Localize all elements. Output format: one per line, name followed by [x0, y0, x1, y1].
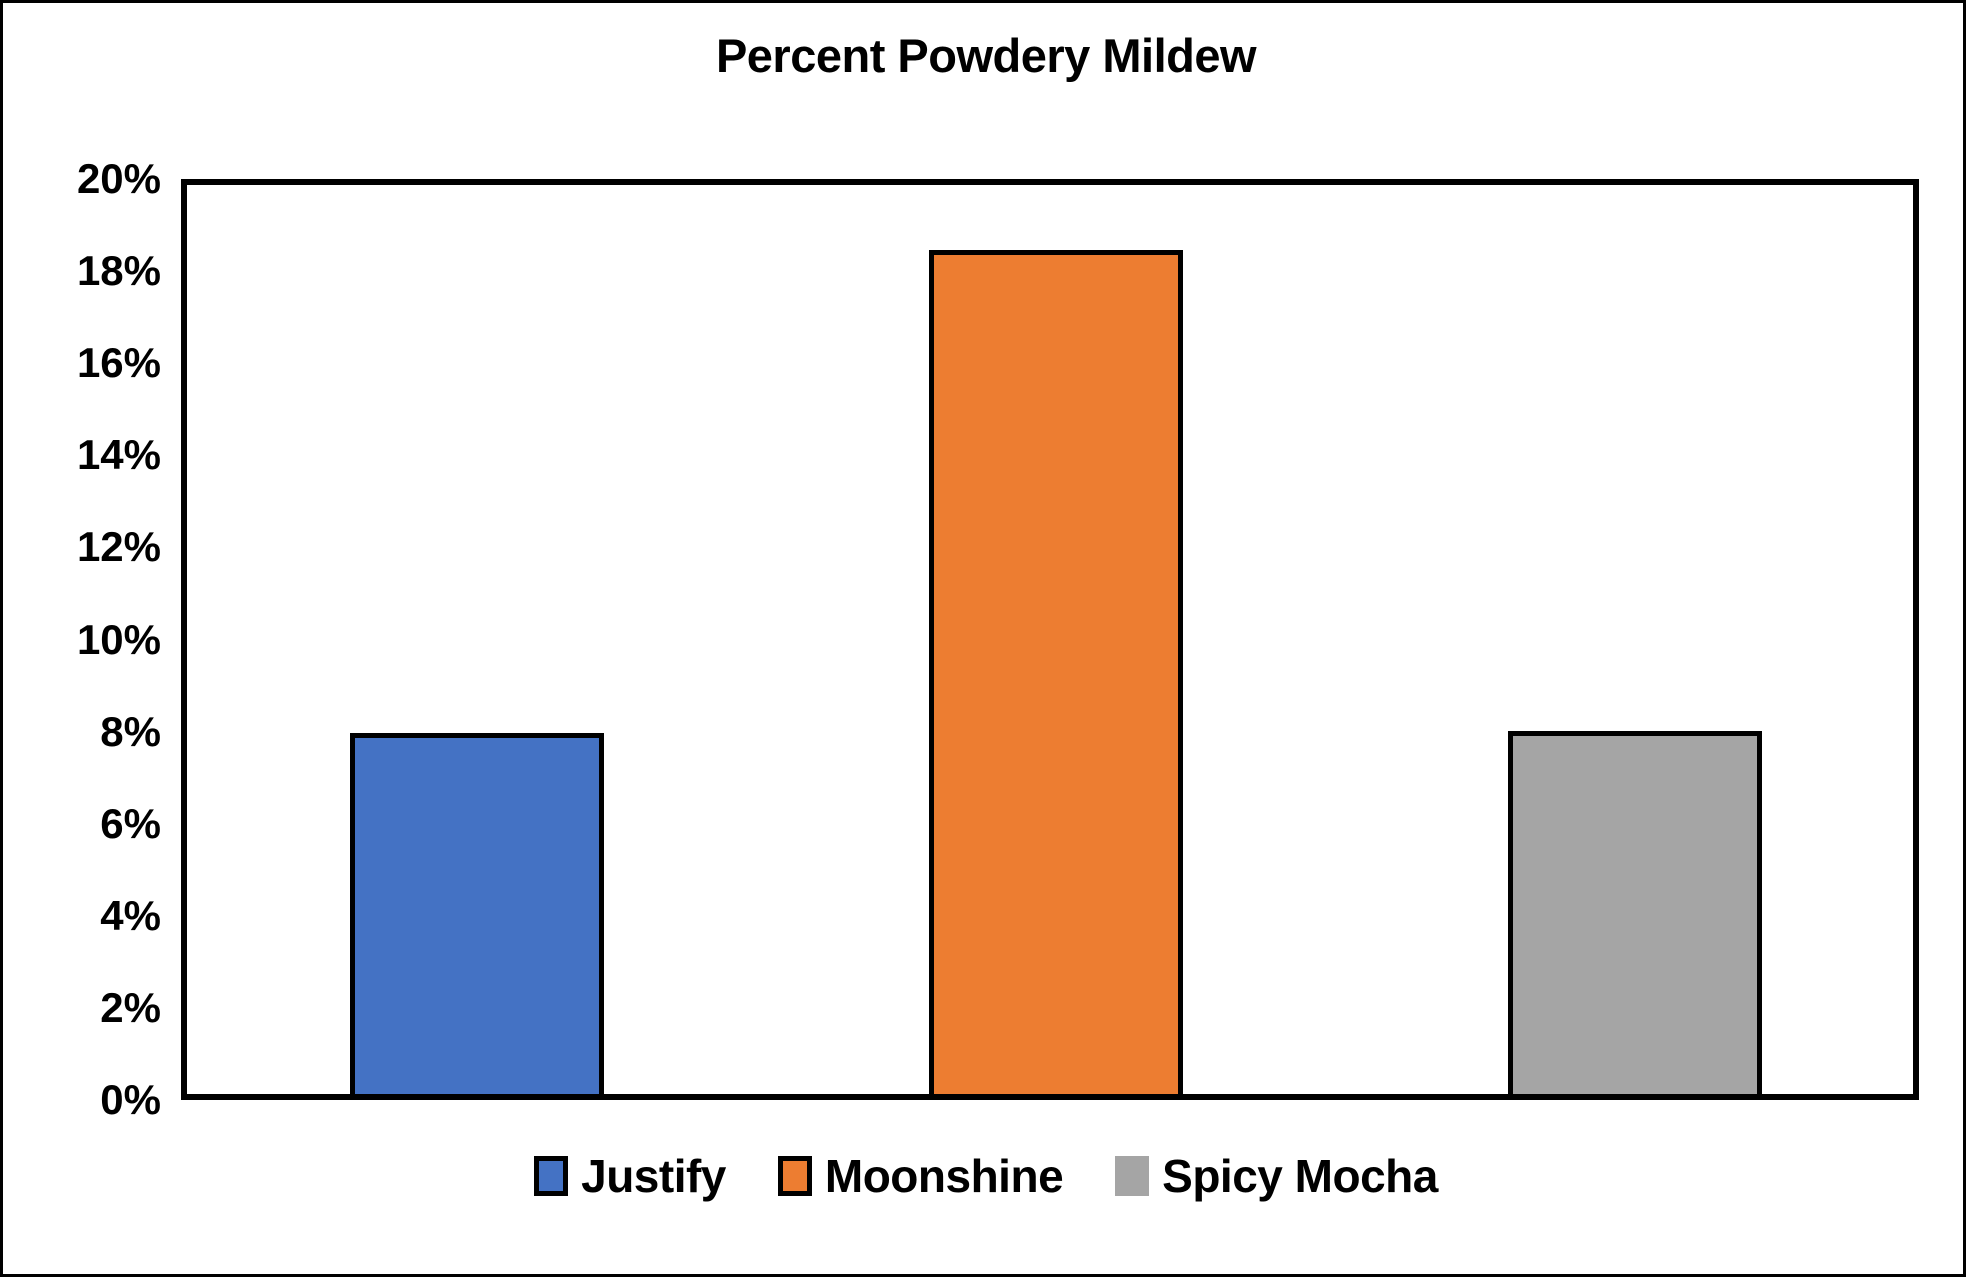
chart-figure: Percent Powdery Mildew 0% 2% 4% 6% 8% 10% 12% 1…: [0, 0, 1966, 1277]
y-axis-tick-label: 2%: [100, 983, 161, 1031]
legend-swatch-icon: [777, 1156, 812, 1196]
y-axis-tick-label: 18%: [76, 247, 161, 295]
y-axis-tick-label: 8%: [100, 707, 161, 755]
legend-entry-spicy-mocha[interactable]: Spicy Mocha: [1115, 1153, 1438, 1199]
bar-spicy-mocha[interactable]: [1508, 731, 1763, 1094]
y-axis-tick-label: 20%: [76, 155, 161, 202]
bar-moonshine[interactable]: [929, 249, 1183, 1094]
y-axis: 0% 2% 4% 6% 8% 10% 12% 14% 16% 18% 20%: [3, 158, 161, 1121]
legend-label: Spicy Mocha: [1162, 1150, 1438, 1202]
y-axis-tick-label: 12%: [76, 523, 161, 571]
plot-area: [181, 179, 1919, 1100]
y-axis-tick-label: 0%: [100, 1076, 161, 1123]
legend-swatch-icon: [1115, 1156, 1150, 1196]
legend-entry-justify[interactable]: Justify: [534, 1153, 726, 1199]
y-axis-tick-label: 4%: [100, 891, 161, 939]
chart-title: Percent Powdery Mildew: [715, 29, 1257, 82]
chart-legend: Justify Moonshine Spicy Mocha: [3, 1150, 1963, 1202]
legend-entry-moonshine[interactable]: Moonshine: [777, 1150, 1064, 1202]
y-axis-tick-label: 16%: [76, 339, 161, 387]
bar-justify[interactable]: [349, 733, 604, 1094]
legend-label: Justify: [581, 1150, 726, 1202]
legend-swatch-icon: [534, 1156, 569, 1196]
y-axis-tick-label: 6%: [100, 799, 161, 847]
y-axis-tick-label: 10%: [76, 615, 161, 663]
y-axis-tick-label: 14%: [76, 431, 161, 479]
plot-inner: [187, 185, 1913, 1094]
legend-label: Moonshine: [824, 1150, 1064, 1202]
